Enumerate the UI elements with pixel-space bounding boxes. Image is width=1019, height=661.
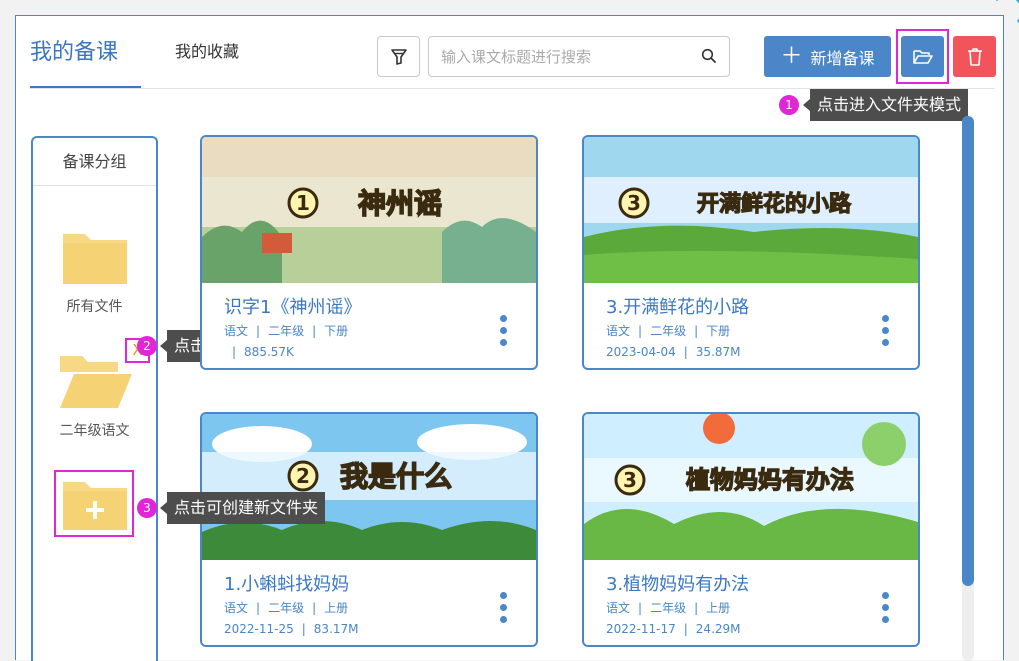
svg-text:我是什么: 我是什么: [340, 460, 452, 493]
lesson-info: | 885.57K: [232, 345, 294, 359]
svg-text:1: 1: [296, 191, 310, 215]
svg-text:3: 3: [623, 468, 637, 492]
tip-badge-2: 2: [137, 336, 157, 356]
plus-icon: ＋: [780, 43, 803, 69]
tab-my-lessons[interactable]: 我的备课: [30, 34, 118, 66]
lesson-info: 2022-11-17 | 24.29M: [606, 622, 741, 636]
svg-text:植物妈妈有办法: 植物妈妈有办法: [686, 466, 854, 494]
filter-button[interactable]: [377, 36, 420, 77]
svg-text:3: 3: [627, 191, 641, 215]
lesson-tags: 语文 | 二年级 | 下册: [606, 324, 731, 338]
lesson-prep-panel: 我的备课 我的收藏 ＋ 新增备课 1 点击进入文件夹模式 备课分组: [15, 15, 1004, 661]
lesson-tags: 语文 | 二年级 | 下册: [224, 324, 349, 338]
search-icon[interactable]: [701, 48, 717, 64]
lesson-title[interactable]: 识字1《神州谣》: [224, 293, 361, 319]
folder-all-files[interactable]: 所有文件: [33, 230, 156, 316]
lesson-tags: 语文 | 二年级 | 上册: [606, 601, 731, 615]
folder-plus-icon: [62, 482, 127, 530]
lesson-info: 2022-11-25 | 83.17M: [224, 622, 359, 636]
lesson-card[interactable]: 1 神州谣 识字1《神州谣》 语文 | 二年级 | 下册 | 885.57K: [200, 135, 538, 370]
svg-text:神州谣: 神州谣: [358, 187, 442, 220]
folder-mode-button[interactable]: [901, 36, 944, 77]
folder-label: 所有文件: [66, 299, 123, 315]
search-input[interactable]: [429, 37, 689, 76]
lesson-thumbnail: 1 神州谣: [202, 137, 536, 283]
lesson-thumbnail: 3 开满鲜花的小路: [584, 137, 918, 283]
add-lesson-label: 新增备课: [810, 48, 875, 68]
tab-my-favorites[interactable]: 我的收藏: [175, 38, 239, 62]
tip-folder-mode: 点击进入文件夹模式: [802, 89, 969, 121]
lesson-info: 2023-04-04 | 35.87M: [606, 345, 741, 359]
delete-button[interactable]: [953, 36, 996, 77]
filter-icon: [390, 48, 407, 65]
tip-badge-3: 3: [137, 498, 157, 518]
tip-new-folder: 点击可创建新文件夹: [159, 492, 326, 524]
lesson-thumbnail: 3 植物妈妈有办法: [584, 414, 918, 560]
lesson-group-sidebar: 备课分组 所有文件 二年级语文 X: [31, 136, 158, 661]
lesson-tags: 语文 | 二年级 | 上册: [224, 601, 349, 615]
sidebar-title: 备课分组: [33, 138, 156, 186]
more-vertical-icon[interactable]: [882, 315, 890, 346]
more-vertical-icon[interactable]: [882, 592, 890, 623]
lesson-card[interactable]: 3 植物妈妈有办法 3.植物妈妈有办法 语文 | 二年级 | 上册 2022-11-17…: [582, 412, 920, 647]
lesson-card[interactable]: 2 我是什么 1.小蝌蚪找妈妈 语文 | 二年级 | 上册 2022-11-25 | 83.…: [200, 412, 538, 647]
lesson-title[interactable]: 1.小蝌蚪找妈妈: [224, 570, 349, 596]
search-box: [428, 36, 730, 77]
folder-open-icon: [59, 356, 132, 408]
folder-grade2-chinese[interactable]: 二年级语文: [33, 352, 156, 440]
lesson-title[interactable]: 3.植物妈妈有办法: [606, 570, 749, 596]
more-vertical-icon[interactable]: [500, 592, 508, 623]
folder-icon: [62, 234, 127, 284]
more-vertical-icon[interactable]: [500, 315, 508, 346]
svg-text:2: 2: [296, 464, 310, 488]
scrollbar-thumb[interactable]: [962, 116, 974, 586]
svg-text:开满鲜花的小路: 开满鲜花的小路: [697, 191, 852, 217]
lesson-thumbnail: 2 我是什么: [202, 414, 536, 560]
add-lesson-button[interactable]: ＋ 新增备课: [764, 36, 891, 77]
lesson-title[interactable]: 3.开满鲜花的小路: [606, 293, 749, 319]
tip-badge-1: 1: [779, 95, 799, 115]
trash-icon: [967, 47, 982, 66]
lesson-card[interactable]: 3 开满鲜花的小路 3.开满鲜花的小路 语文 | 二年级 | 下册 2023-04-04…: [582, 135, 920, 370]
folder-open-icon: [912, 49, 933, 64]
folder-label: 二年级语文: [59, 423, 130, 439]
